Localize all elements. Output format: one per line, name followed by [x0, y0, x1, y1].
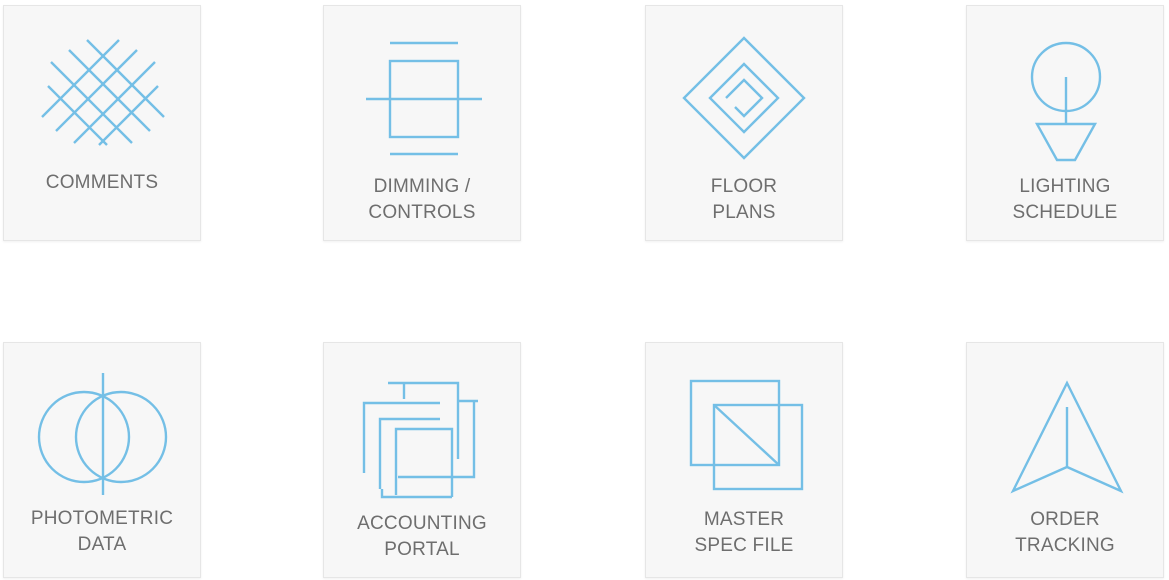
- tile-label: DIMMING / CONTROLS: [368, 176, 476, 223]
- tile-label: LIGHTING SCHEDULE: [1012, 176, 1118, 223]
- tile-label: ORDER TRACKING: [1015, 509, 1115, 556]
- tile-label: PHOTOMETRIC DATA: [30, 508, 174, 555]
- tile-comments[interactable]: COMMENTS: [3, 5, 201, 241]
- tile-label: COMMENTS: [45, 172, 159, 193]
- tile-label: ACCOUNTING PORTAL: [357, 513, 487, 560]
- tile-master-spec-file[interactable]: MASTER SPEC FILE: [645, 342, 843, 578]
- tile-photometric-data[interactable]: PHOTOMETRIC DATA: [3, 342, 201, 578]
- crosshatch-icon: [41, 39, 165, 146]
- tile-floor-plans[interactable]: FLOOR PLANS: [645, 5, 843, 241]
- tile-label: FLOOR PLANS: [710, 176, 778, 223]
- tile-accounting-portal[interactable]: ACCOUNTING PORTAL: [323, 342, 521, 578]
- tile-lighting-schedule[interactable]: LIGHTING SCHEDULE: [966, 5, 1164, 241]
- tile-dimming-controls[interactable]: DIMMING / CONTROLS: [323, 5, 521, 241]
- tile-order-tracking[interactable]: ORDER TRACKING: [966, 342, 1164, 578]
- tile-label: MASTER SPEC FILE: [694, 509, 794, 556]
